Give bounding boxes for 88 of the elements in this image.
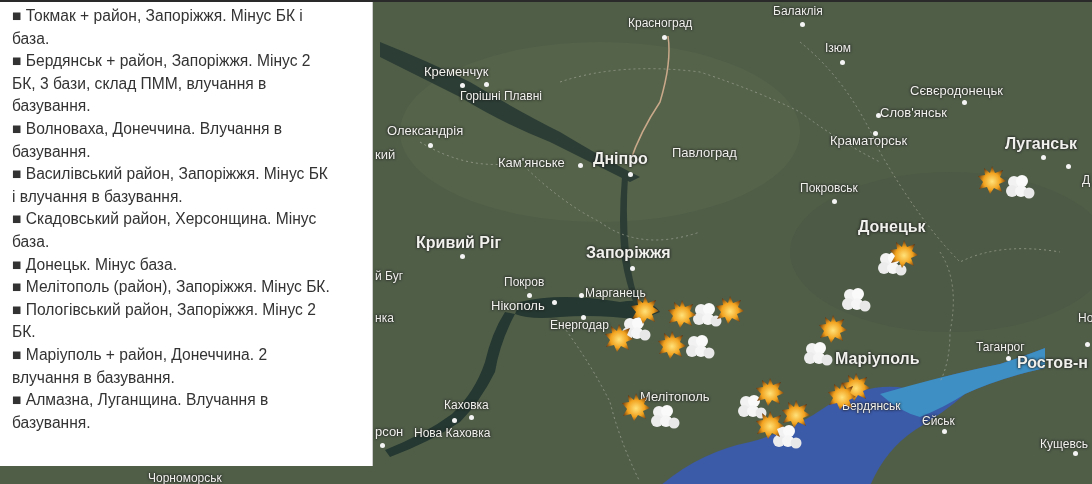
city-dot-icon (832, 199, 837, 204)
city-dot-icon (630, 266, 635, 271)
city-label: рсон (375, 425, 404, 440)
city-label: нка (375, 312, 394, 326)
city-dot-icon (873, 131, 878, 136)
city-dot-icon (628, 172, 633, 177)
city-label: Сєвєродонецьк (910, 84, 1003, 99)
city-label: Таганрог (976, 341, 1025, 355)
city-label: Покров (504, 276, 545, 290)
city-label: Покровськ (800, 182, 858, 196)
city-label: Ізюм (825, 42, 851, 56)
report-item: ■ Алмазна, Луганщина. Влучання в базування. (12, 390, 270, 433)
report-item: ■ Скадовський район, Херсонщина. Мінус база. (12, 209, 318, 252)
report-item: ■ Волноваха, Донеччина. Влучання в базування. (12, 118, 284, 162)
explosion-icon (781, 399, 811, 429)
city-dot-icon (1041, 155, 1046, 160)
city-label: Маріуполь (835, 350, 920, 368)
city-dot-icon (552, 300, 557, 305)
city-label: Каховка (444, 399, 489, 413)
city-dot-icon (662, 35, 667, 40)
smoke-cloud-icon (685, 334, 715, 360)
city-label: й Буг (375, 270, 404, 284)
city-dot-icon (579, 293, 584, 298)
city-label: Краматорськ (830, 134, 908, 149)
city-dot-icon (1066, 164, 1071, 169)
explosion-icon (715, 295, 745, 325)
explosion-icon (755, 410, 785, 440)
city-dot-icon (800, 22, 805, 27)
city-dot-icon (527, 293, 532, 298)
report-item: ■ Василівський район, Запоріжжя. Мінус БК і влучання в базування. (12, 164, 329, 207)
city-label: Кущевсь (1040, 438, 1088, 452)
explosion-icon (818, 314, 848, 344)
city-label: Луганськ (1005, 135, 1078, 153)
explosion-icon (657, 330, 687, 360)
report-item: ■ Донецьк. Мінус база. (12, 254, 179, 275)
city-dot-icon (962, 100, 967, 105)
city-label: Горішні Плавні (460, 90, 542, 104)
city-dot-icon (1073, 451, 1078, 456)
city-dot-icon (469, 415, 474, 420)
city-dot-icon (581, 315, 586, 320)
smoke-cloud-icon (692, 302, 722, 328)
report-item: ■ Пологівський район, Запоріжжя. Мінус 2 БК. (12, 299, 317, 343)
city-label: Кривий Ріг (416, 234, 502, 252)
city-label: Павлоград (672, 146, 737, 161)
city-label: Балаклія (773, 5, 823, 19)
city-label: Кременчук (424, 65, 489, 80)
report-item: ■ Токмак + район, Запоріжжя. Мінус БК і база. (12, 6, 304, 49)
city-label: Чорноморськ (148, 472, 222, 484)
city-dot-icon (484, 82, 489, 87)
city-label: Д (1082, 174, 1091, 188)
report-item: ■ Бердянськ + район, Запоріжжя. Мінус 2 БК, 3 бази, склад ПММ, влучання в базування. (12, 51, 312, 117)
city-label: Бердянськ (842, 400, 901, 414)
explosion-icon (755, 377, 785, 407)
city-label: Нова Каховка (414, 427, 491, 441)
explosion-icon (977, 165, 1007, 195)
city-dot-icon (460, 254, 465, 259)
city-label: Олександрія (387, 124, 464, 139)
city-label: Красноград (628, 17, 693, 31)
report-item: ■ Маріуполь + район, Донеччина. 2 влучання в базування. (12, 344, 269, 388)
city-label: Нікополь (491, 299, 545, 314)
city-dot-icon (1085, 342, 1090, 347)
report-item: ■ Мелітополь (район), Запоріжжя. Мінус БК. (12, 277, 331, 298)
city-dot-icon (876, 113, 881, 118)
city-label: Запоріжжя (586, 244, 671, 262)
city-label: Дніпро (593, 150, 648, 168)
city-dot-icon (942, 429, 947, 434)
city-label: Но (1078, 312, 1092, 326)
city-dot-icon (840, 60, 845, 65)
explosion-icon (889, 239, 919, 269)
city-dot-icon (1006, 356, 1011, 361)
smoke-cloud-icon (803, 341, 833, 367)
city-dot-icon (578, 163, 583, 168)
city-dot-icon (380, 443, 385, 448)
city-dot-icon (452, 418, 457, 423)
city-label: Мелітополь (640, 390, 710, 405)
city-label: кий (375, 148, 396, 163)
city-label: Донецьк (858, 218, 926, 236)
smoke-cloud-icon (1005, 174, 1035, 200)
smoke-cloud-icon (841, 287, 871, 313)
city-label: Енергодар (550, 319, 609, 333)
city-label: Слов'янськ (880, 106, 947, 121)
smoke-cloud-icon (650, 404, 680, 430)
explosion-icon (667, 299, 697, 329)
city-label: Марганець (585, 287, 646, 301)
city-dot-icon (460, 83, 465, 88)
city-dot-icon (428, 143, 433, 148)
city-label: Кам'янське (498, 156, 565, 171)
smoke-cloud-icon (737, 394, 767, 420)
